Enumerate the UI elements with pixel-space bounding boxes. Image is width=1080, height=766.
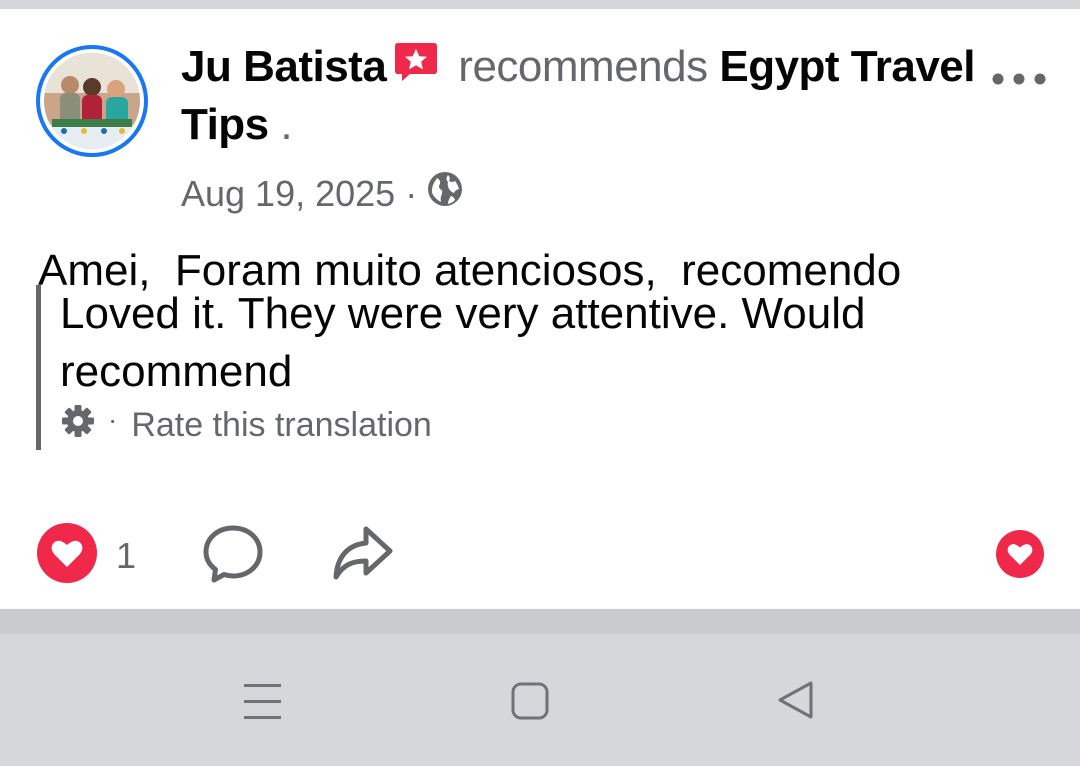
home-button[interactable] — [511, 682, 549, 725]
post-card: Ju Batista recommends Egypt Travel Tips .… — [0, 9, 1080, 609]
reactions-summary[interactable]: 1 — [36, 522, 136, 589]
rate-translation-link[interactable]: Rate this translation — [131, 406, 432, 445]
post-date[interactable]: Aug 19, 2025 — [181, 172, 395, 216]
love-reaction-small-icon — [996, 530, 1044, 578]
post-header: Ju Batista recommends Egypt Travel Tips . — [181, 39, 981, 153]
translation-quote-bar — [36, 285, 41, 450]
top-divider — [0, 0, 1080, 9]
love-react-button[interactable] — [995, 529, 1045, 584]
post-meta: Aug 19, 2025 · — [181, 171, 463, 217]
avatar-photo — [44, 53, 140, 149]
home-square-icon — [511, 682, 549, 720]
back-triangle-icon — [778, 681, 813, 719]
translation-text: Loved it. They were very attentive. Woul… — [60, 289, 866, 396]
trailing-period: . — [280, 100, 293, 149]
gear-icon[interactable] — [60, 403, 96, 448]
system-navbar — [0, 634, 1080, 766]
reaction-count: 1 — [116, 534, 137, 576]
feed-separator — [0, 609, 1080, 634]
love-reaction-icon — [36, 522, 98, 589]
more-dots-icon — [992, 73, 1046, 85]
share-icon — [333, 526, 393, 580]
menu-button[interactable] — [243, 682, 283, 725]
comment-button[interactable] — [202, 524, 264, 589]
share-button[interactable] — [332, 523, 394, 588]
recommend-star-icon — [394, 41, 438, 97]
recommends-verb: recommends — [458, 42, 708, 91]
rate-translation-row[interactable]: · Rate this translation — [60, 403, 432, 448]
menu-icon — [244, 684, 281, 719]
author-name[interactable]: Ju Batista — [181, 42, 387, 91]
meta-separator: · — [405, 173, 418, 214]
more-options-button[interactable] — [990, 69, 1050, 89]
back-button[interactable] — [776, 680, 816, 725]
avatar[interactable] — [36, 45, 148, 157]
comment-icon — [203, 525, 263, 583]
globe-icon[interactable] — [427, 171, 463, 217]
rate-separator: · — [108, 403, 118, 435]
